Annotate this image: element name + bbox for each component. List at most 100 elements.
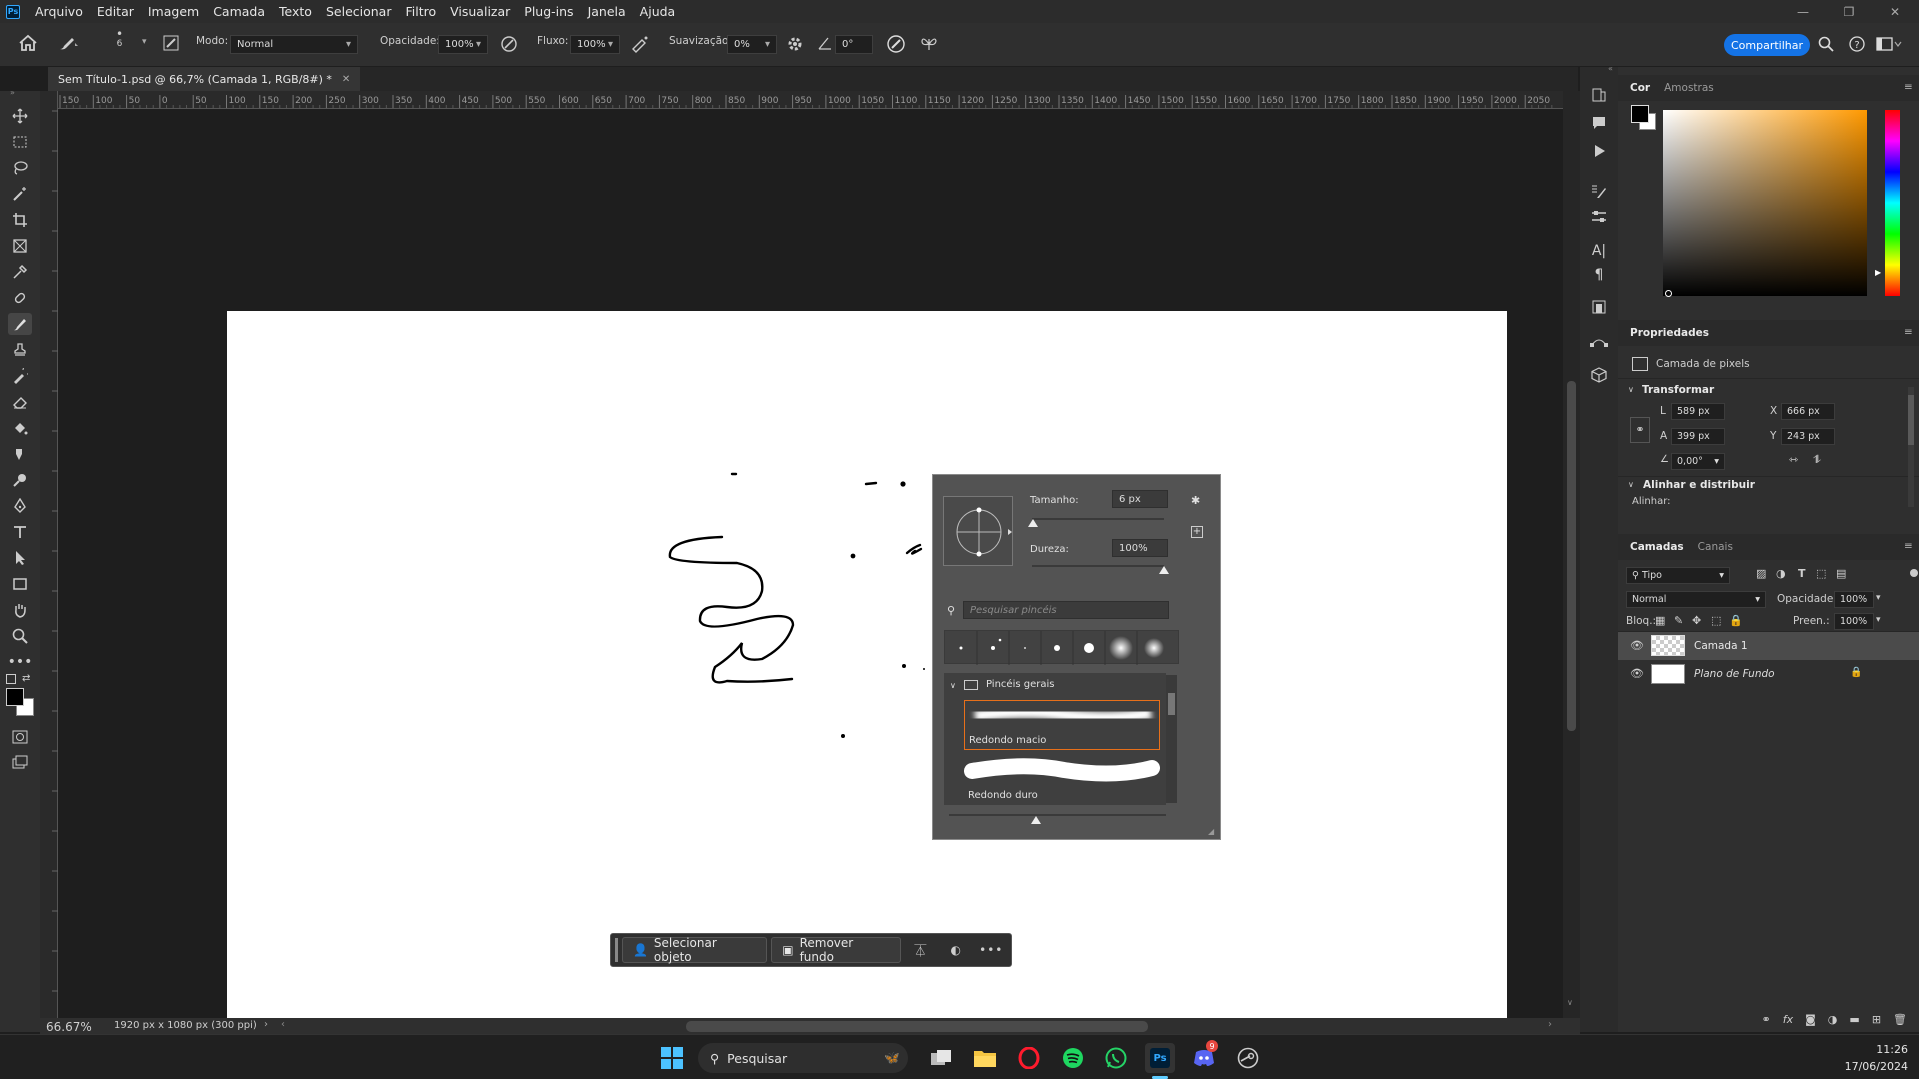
layer-name[interactable]: Camada 1 — [1694, 640, 1748, 652]
frame-tool-icon[interactable] — [8, 235, 32, 257]
layer-name[interactable]: Plano de Fundo — [1694, 668, 1775, 680]
menu-imagem[interactable]: Imagem — [141, 4, 206, 19]
symmetry-butterfly-icon[interactable] — [920, 35, 938, 53]
whatsapp-icon[interactable] — [1101, 1043, 1131, 1073]
lock-all-icon[interactable]: 🔒 — [1729, 614, 1743, 627]
smoothing-input[interactable]: 0% ▾ — [727, 35, 777, 54]
default-colors-icon[interactable] — [6, 674, 16, 684]
lasso-tool-icon[interactable] — [8, 157, 32, 179]
steam-like-icon[interactable] — [1233, 1043, 1263, 1073]
foreground-color-swatch[interactable] — [1631, 105, 1649, 123]
menu-selecionar[interactable]: Selecionar — [319, 4, 399, 19]
panel-menu-icon[interactable]: ≡ — [1904, 326, 1913, 338]
gear-icon[interactable] — [786, 35, 804, 53]
flip-horizontal-icon[interactable]: ⇿ — [1789, 453, 1798, 466]
paragraph-icon[interactable]: ¶ — [1589, 265, 1609, 285]
tab-swatches[interactable]: Amostras — [1658, 75, 1720, 101]
scroll-left-icon[interactable]: ‹ — [281, 1019, 285, 1030]
actions-play-icon[interactable] — [1589, 141, 1609, 161]
eye-icon[interactable]: 👁 — [1630, 667, 1644, 680]
document-tab[interactable]: Sem Título-1.psd @ 66,7% (Camada 1, RGB/… — [48, 67, 361, 91]
trash-icon[interactable]: 🗑 — [1893, 1013, 1907, 1026]
crop-tool-icon[interactable] — [8, 209, 32, 231]
collapse-panels-icon[interactable]: « — [1608, 64, 1613, 73]
path-selection-tool-icon[interactable] — [8, 547, 32, 569]
foreground-color-swatch[interactable] — [6, 688, 24, 706]
adjust-icon[interactable]: ⏄ — [905, 942, 936, 959]
more-tools-icon[interactable]: ••• — [8, 651, 33, 673]
new-adjustment-icon[interactable]: ◑ — [1828, 1013, 1838, 1026]
horizontal-scroll-thumb[interactable] — [686, 1021, 1148, 1032]
marquee-tool-icon[interactable] — [8, 131, 32, 153]
close-icon[interactable]: ✕ — [342, 74, 350, 85]
restore-icon[interactable]: ❐ — [1826, 0, 1872, 23]
clone-stamp-tool-icon[interactable] — [8, 339, 32, 361]
windows-start-icon[interactable] — [657, 1043, 687, 1073]
brush-tool-icon[interactable] — [58, 35, 80, 51]
quick-mask-icon[interactable] — [8, 726, 32, 748]
rectangle-tool-icon[interactable] — [8, 573, 32, 595]
3d-cube-icon[interactable] — [1589, 365, 1609, 385]
collapse-toolbar-icon[interactable]: » — [10, 88, 15, 97]
character-icon[interactable]: A| — [1589, 241, 1609, 261]
healing-brush-tool-icon[interactable] — [8, 287, 32, 309]
menu-ajuda[interactable]: Ajuda — [633, 4, 683, 19]
eye-icon[interactable]: 👁 — [1630, 639, 1644, 652]
filter-toggle[interactable] — [1910, 569, 1918, 577]
airbrush-icon[interactable] — [630, 35, 650, 53]
layer-row-plano-de-fundo[interactable]: 👁 Plano de Fundo 🔒 — [1618, 660, 1919, 688]
brush-settings-icon[interactable] — [163, 35, 179, 51]
menu-visualizar[interactable]: Visualizar — [443, 4, 517, 19]
blend-mode-select[interactable]: Normal ▾ — [1626, 591, 1766, 608]
menu-plugins[interactable]: Plug-ins — [517, 4, 580, 19]
filter-shape-icon[interactable]: ⬚ — [1816, 567, 1826, 580]
panel-menu-icon[interactable]: ≡ — [1904, 81, 1913, 93]
comments-icon[interactable] — [1589, 113, 1609, 133]
spotify-icon[interactable] — [1058, 1043, 1088, 1073]
layer-filter-select[interactable]: ⚲ Tipo ▾ — [1626, 567, 1730, 584]
more-options-icon[interactable]: ••• — [976, 943, 1007, 957]
screen-mode-icon[interactable] — [8, 751, 32, 773]
taskbar-search[interactable]: ⚲ Pesquisar 🦋 — [698, 1043, 908, 1073]
task-view-icon[interactable] — [926, 1043, 956, 1073]
workspace-icon[interactable] — [1876, 36, 1902, 52]
preview-size-slider-thumb[interactable] — [1031, 816, 1041, 824]
chevron-down-icon[interactable]: ∨ — [1628, 385, 1634, 394]
add-mask-icon[interactable]: ◙ — [1805, 1013, 1816, 1026]
filter-type-icon[interactable]: T — [1798, 567, 1806, 580]
brush-list-scrollbar[interactable] — [1166, 675, 1177, 803]
chevron-down-icon[interactable]: ▾ — [1876, 593, 1881, 603]
close-window-icon[interactable]: ✕ — [1872, 0, 1918, 23]
size-input[interactable]: 6 px — [1112, 490, 1168, 508]
chevron-right-icon[interactable]: › — [264, 1019, 268, 1030]
layer-row-camada-1[interactable]: 👁 Camada 1 — [1618, 632, 1919, 660]
color-picker-field[interactable] — [1663, 110, 1867, 296]
brush-tool-icon[interactable] — [8, 313, 32, 335]
paths-icon[interactable] — [1589, 331, 1609, 351]
chevron-down-icon[interactable]: ∨ — [1628, 480, 1634, 489]
home-icon[interactable] — [18, 34, 38, 52]
eyedropper-tool-icon[interactable] — [8, 261, 32, 283]
rotation-input[interactable]: 0,00° ▾ — [1671, 453, 1725, 470]
vertical-scrollbar[interactable]: ∨ — [1563, 91, 1580, 1018]
filter-adjustment-icon[interactable]: ◑ — [1776, 567, 1786, 580]
opera-icon[interactable] — [1014, 1043, 1044, 1073]
color-picker-cursor[interactable] — [1665, 290, 1672, 297]
new-preset-icon[interactable]: + — [1191, 526, 1203, 538]
size-slider[interactable] — [1032, 518, 1164, 520]
menu-camada[interactable]: Camada — [206, 4, 272, 19]
x-input[interactable]: 666 px — [1781, 403, 1835, 420]
share-button[interactable]: Compartilhar — [1724, 34, 1810, 56]
mode-select[interactable]: Normal ▾ — [230, 35, 358, 54]
adjustments-icon[interactable] — [1589, 207, 1609, 227]
dodge-tool-icon[interactable] — [8, 469, 32, 491]
magic-wand-tool-icon[interactable] — [8, 183, 32, 205]
size-slider-thumb[interactable] — [1028, 519, 1039, 527]
tab-channels[interactable]: Canais — [1692, 534, 1739, 560]
link-icon[interactable]: ⚭ — [1630, 417, 1650, 443]
menu-filtro[interactable]: Filtro — [398, 4, 443, 19]
y-input[interactable]: 243 px — [1781, 428, 1835, 445]
preview-size-slider[interactable] — [949, 814, 1166, 816]
help-icon[interactable]: ? — [1849, 36, 1865, 52]
hue-slider[interactable] — [1885, 110, 1900, 296]
